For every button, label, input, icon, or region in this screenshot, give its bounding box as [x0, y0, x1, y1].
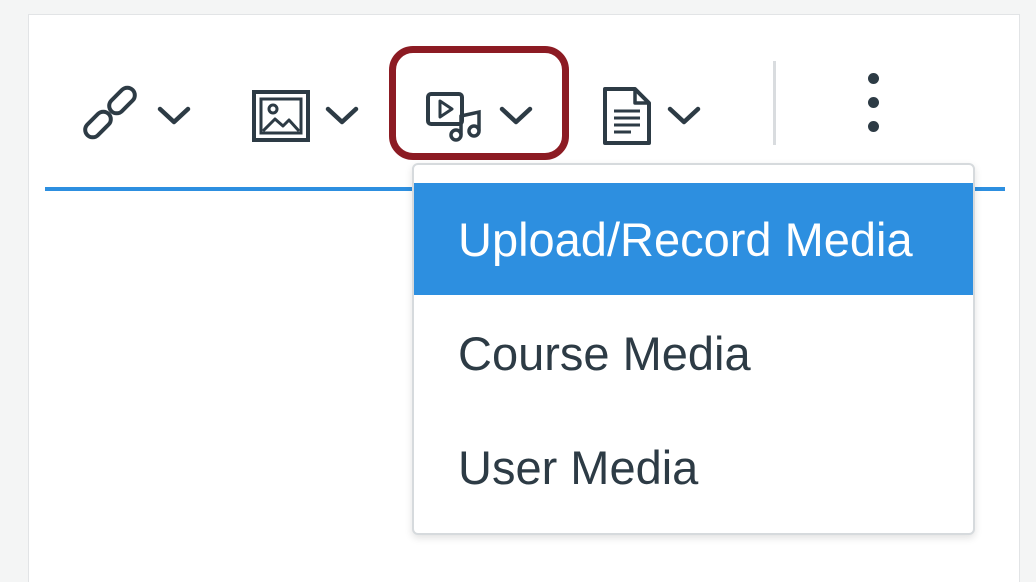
chevron-down-icon	[157, 105, 191, 127]
more-options-button[interactable]	[859, 71, 891, 141]
image-icon	[251, 89, 311, 143]
menu-item-course-media[interactable]: Course Media	[414, 297, 973, 409]
chevron-down-icon	[325, 105, 359, 127]
image-tool-button[interactable]	[251, 71, 359, 161]
menu-item-user-media[interactable]: User Media	[414, 411, 973, 523]
editor-toolbar	[29, 15, 1019, 165]
rich-content-editor: Upload/Record Media Course Media User Me…	[28, 14, 1020, 582]
link-tool-button[interactable]	[77, 71, 191, 161]
toolbar-divider	[773, 61, 776, 145]
media-dropdown-menu: Upload/Record Media Course Media User Me…	[412, 163, 975, 535]
chevron-down-icon	[667, 105, 701, 127]
menu-item-upload-record-media[interactable]: Upload/Record Media	[414, 183, 973, 295]
media-tool-highlight	[389, 46, 569, 160]
link-icon	[77, 83, 143, 149]
document-icon	[601, 85, 653, 147]
document-tool-button[interactable]	[601, 71, 701, 161]
